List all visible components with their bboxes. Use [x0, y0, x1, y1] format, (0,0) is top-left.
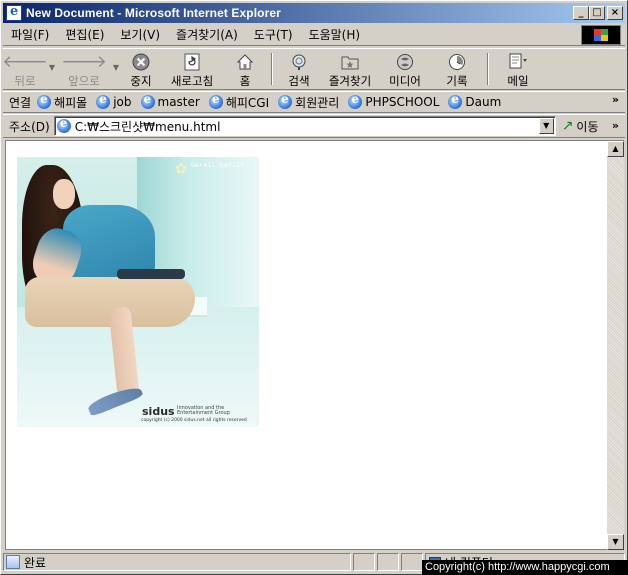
- brand-logo: sidus: [142, 405, 175, 418]
- status-pane: [353, 553, 375, 571]
- mail-label: 메일: [507, 74, 529, 88]
- menu-tools[interactable]: 도구(T): [246, 26, 301, 44]
- ie-page-icon: [140, 92, 155, 109]
- search-label: 검색: [288, 74, 310, 88]
- mail-button[interactable]: 메일: [493, 49, 543, 89]
- menu-file[interactable]: 파일(F): [3, 26, 57, 44]
- go-label: 이동: [576, 119, 599, 134]
- menu-help[interactable]: 도움말(H): [301, 26, 369, 44]
- link-happycgi[interactable]: 해피CGI: [208, 92, 269, 111]
- caption-buttons: _ □ ×: [573, 6, 623, 20]
- address-input[interactable]: C:₩스크린샷₩menu.html ▼: [53, 116, 556, 136]
- mail-icon: [507, 52, 529, 72]
- copyright-watermark: Copyright(c) http://www.happycgi.com: [422, 560, 628, 575]
- ie-page-icon: [56, 116, 71, 133]
- media-label: 미디어: [389, 74, 421, 88]
- status-main-pane: 완료: [3, 553, 351, 571]
- address-bar: 주소(D) C:₩스크린샷₩menu.html ▼ ↗ 이동 »: [3, 114, 625, 138]
- ie-page-icon: [348, 92, 363, 109]
- home-icon: [234, 52, 256, 72]
- link-job[interactable]: job: [96, 92, 132, 109]
- back-button[interactable]: 🡐 뒤로: [2, 49, 48, 89]
- home-button[interactable]: 홈: [223, 49, 267, 89]
- ie-page-icon: [96, 92, 111, 109]
- status-pane: [377, 553, 399, 571]
- address-label: 주소(D): [9, 119, 50, 134]
- scroll-down-icon[interactable]: ▼: [607, 534, 624, 550]
- menu-favorites[interactable]: 즐겨찾기(A): [168, 26, 246, 44]
- menu-bar: 파일(F) 편집(E) 보기(V) 즐겨찾기(A) 도구(T) 도움말(H): [3, 24, 625, 46]
- flower-logo-icon: ✿: [175, 161, 187, 177]
- photo-copyright: copyright (c) 2000 sidus.net all rights …: [141, 418, 247, 423]
- scroll-up-icon[interactable]: ▲: [607, 141, 624, 157]
- vertical-scrollbar[interactable]: ▲ ▼: [607, 140, 624, 550]
- address-value[interactable]: C:₩스크린샷₩menu.html: [75, 118, 221, 135]
- search-button[interactable]: 검색: [277, 49, 321, 89]
- favorites-label: 즐겨찾기: [328, 74, 372, 88]
- link-happymall[interactable]: 해피몰: [37, 92, 87, 111]
- browser-window: New Document - Microsoft Internet Explor…: [0, 0, 628, 575]
- back-dropdown-icon[interactable]: ▼: [47, 49, 57, 89]
- back-label: 뒤로: [14, 74, 36, 88]
- media-icon: [394, 52, 416, 72]
- link-phpschool[interactable]: PHPSCHOOL: [348, 92, 439, 109]
- title-bar[interactable]: New Document - Microsoft Internet Explor…: [3, 3, 625, 23]
- close-button[interactable]: ×: [607, 6, 623, 20]
- windows-logo-icon: [581, 25, 621, 45]
- toolbar-separator: [487, 53, 489, 85]
- link-daum[interactable]: Daum: [448, 92, 501, 109]
- model-photo: ✿ Gerell Gerill sidus Innovation and the…: [17, 157, 259, 427]
- ie-page-icon: [448, 92, 463, 109]
- go-button[interactable]: ↗ 이동: [562, 118, 599, 135]
- page-content[interactable]: ✿ Gerell Gerill sidus Innovation and the…: [5, 140, 607, 550]
- brand-subtitle: Innovation and the Entertainment Group: [177, 405, 230, 416]
- forward-button[interactable]: 🡒 앞으로: [57, 49, 111, 89]
- history-button[interactable]: 기록: [431, 49, 483, 89]
- history-icon: [446, 52, 468, 72]
- address-more-chevron-icon[interactable]: »: [612, 119, 619, 132]
- menu-view[interactable]: 보기(V): [112, 26, 168, 44]
- window-title: New Document - Microsoft Internet Explor…: [26, 6, 281, 20]
- stop-icon: [130, 52, 152, 72]
- go-arrow-icon: ↗: [561, 118, 574, 134]
- minimize-button[interactable]: _: [573, 6, 589, 20]
- ie-page-icon: [208, 92, 223, 109]
- ie-app-icon[interactable]: [6, 4, 22, 21]
- page-done-icon: [6, 555, 20, 569]
- search-icon: [288, 52, 310, 72]
- photo-tag: Gerell Gerill: [191, 162, 245, 169]
- favorites-button[interactable]: 즐겨찾기: [321, 49, 379, 89]
- maximize-button[interactable]: □: [589, 6, 605, 20]
- ie-page-icon: [278, 92, 293, 109]
- stop-button[interactable]: 중지: [121, 49, 161, 89]
- menu-edit[interactable]: 편집(E): [57, 26, 112, 44]
- link-master[interactable]: master: [140, 92, 200, 109]
- stop-label: 중지: [130, 74, 152, 88]
- ie-page-icon: [37, 92, 52, 109]
- standard-toolbar: 🡐 뒤로 ▼ 🡒 앞으로 ▼ 중지 새로고침 홈 검색 즐겨찾기 미디어 기록 …: [2, 48, 625, 90]
- status-pane: [401, 553, 423, 571]
- status-text: 완료: [24, 555, 47, 570]
- link-member-admin[interactable]: 회원관리: [278, 92, 339, 111]
- home-label: 홈: [239, 74, 251, 88]
- forward-label: 앞으로: [68, 74, 100, 88]
- back-arrow-icon: 🡐: [2, 52, 48, 72]
- refresh-icon: [181, 52, 203, 72]
- favorites-folder-icon: [339, 52, 361, 72]
- refresh-button[interactable]: 새로고침: [161, 49, 223, 89]
- forward-arrow-icon: 🡒: [61, 52, 107, 72]
- toolbar-separator: [271, 53, 273, 85]
- history-label: 기록: [446, 74, 468, 88]
- refresh-label: 새로고침: [170, 74, 214, 88]
- links-label: 연결: [9, 95, 32, 110]
- links-more-chevron-icon[interactable]: »: [612, 93, 619, 106]
- forward-dropdown-icon[interactable]: ▼: [111, 49, 121, 89]
- links-bar: 연결 해피몰 job master 해피CGI 회원관리 PHPSCHOOL D…: [3, 91, 625, 113]
- media-button[interactable]: 미디어: [379, 49, 431, 89]
- address-dropdown-icon[interactable]: ▼: [538, 118, 554, 134]
